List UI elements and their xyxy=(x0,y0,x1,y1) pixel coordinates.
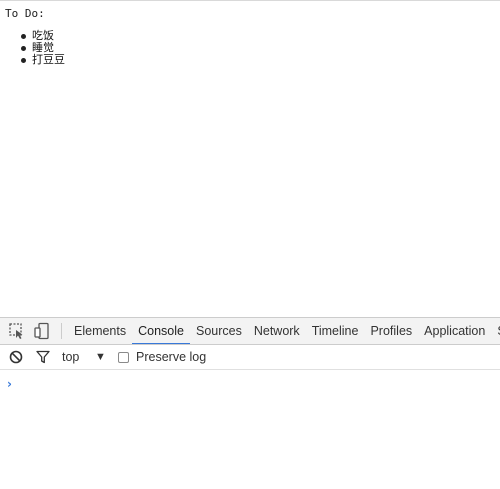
tab-application[interactable]: Application xyxy=(418,318,491,344)
list-item-label: 打豆豆 xyxy=(32,53,65,66)
tab-console[interactable]: Console xyxy=(132,318,190,344)
bullet-icon xyxy=(21,34,26,39)
tab-profiles[interactable]: Profiles xyxy=(364,318,418,344)
tab-network[interactable]: Network xyxy=(248,318,306,344)
devtools-panel: Elements Console Sources Network Timeline Pro… xyxy=(0,317,500,489)
tab-sources[interactable]: Sources xyxy=(190,318,248,344)
console-output[interactable]: › xyxy=(0,370,500,489)
tab-elements[interactable]: Elements xyxy=(68,318,132,344)
clear-console-icon[interactable] xyxy=(9,350,23,364)
device-toolbar-icon[interactable] xyxy=(33,322,51,340)
preserve-log-label[interactable]: Preserve log xyxy=(136,348,206,366)
tab-timeline[interactable]: Timeline xyxy=(306,318,365,344)
todo-list: 吃饭 睡觉 打豆豆 xyxy=(19,30,65,66)
bullet-icon xyxy=(21,46,26,51)
devtools-toolbar: Elements Console Sources Network Timeline Pro… xyxy=(0,318,500,345)
devtools-tabs: Elements Console Sources Network Timeline Pro… xyxy=(68,318,500,344)
context-select[interactable]: top xyxy=(62,348,79,366)
console-filter-bar: top ▼ Preserve log xyxy=(0,345,500,370)
dropdown-arrow-icon[interactable]: ▼ xyxy=(95,348,106,366)
list-item: 打豆豆 xyxy=(19,54,65,66)
filter-icon[interactable] xyxy=(36,350,50,364)
inspect-element-icon[interactable] xyxy=(8,322,26,340)
web-page: To Do: 吃饭 睡觉 打豆豆 xyxy=(0,0,500,317)
preserve-log-checkbox[interactable] xyxy=(118,352,129,363)
tab-security[interactable]: Se xyxy=(491,318,500,344)
toolbar-divider xyxy=(61,323,62,339)
bullet-icon xyxy=(21,58,26,63)
todo-heading: To Do: xyxy=(5,7,45,20)
console-prompt-icon: › xyxy=(7,377,12,391)
